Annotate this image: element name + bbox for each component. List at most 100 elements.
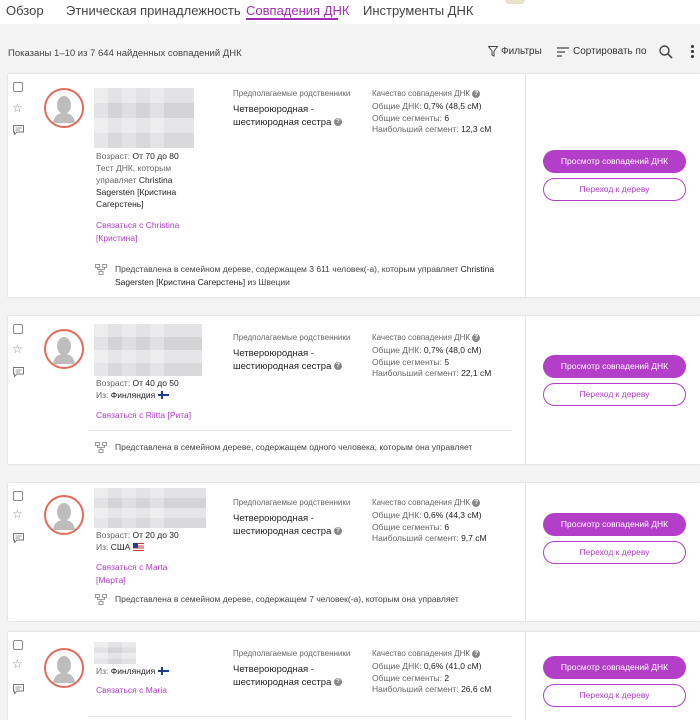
comment-icon[interactable]	[13, 684, 24, 694]
segments-value: 5	[444, 356, 450, 367]
help-icon[interactable]: ?	[472, 498, 481, 507]
divider	[525, 483, 526, 621]
contact-link[interactable]: Связаться с Riitta [Рита]	[96, 409, 196, 422]
section-divider	[88, 430, 512, 431]
help-icon[interactable]: ?	[472, 89, 481, 98]
comment-icon[interactable]	[13, 125, 24, 135]
avatar[interactable]	[44, 495, 84, 535]
help-icon[interactable]: ?	[472, 649, 481, 658]
go-to-tree-button[interactable]: Переход к дереву	[543, 684, 686, 707]
more-options-icon[interactable]	[687, 44, 697, 60]
select-checkbox[interactable]	[13, 324, 23, 334]
relationship-label: Предполагаемые родственники	[233, 649, 351, 658]
divider	[525, 74, 526, 297]
female-silhouette-icon	[53, 656, 75, 683]
female-silhouette-icon	[53, 337, 75, 364]
tab-dna-matches[interactable]: Совпадения ДНК	[246, 3, 349, 18]
country-value: Финляндия	[110, 390, 156, 400]
tab-overview[interactable]: Обзор	[6, 3, 44, 18]
go-to-tree-button[interactable]: Переход к дереву	[543, 178, 686, 201]
tab-ethnicity[interactable]: Этническая принадлежность	[66, 3, 241, 18]
segments-value: 6	[444, 521, 450, 532]
filter-icon	[488, 46, 498, 57]
country-value: США	[110, 542, 131, 552]
age-label: Возраст:	[96, 151, 131, 161]
results-count: Показаны 1–10 из 7 644 найденных совпаде…	[8, 48, 242, 59]
relationship-value: Четвероюродная - шестиюродная сестра ?	[233, 347, 353, 373]
select-checkbox[interactable]	[13, 82, 23, 92]
family-tree-icon	[95, 594, 107, 605]
contact-link[interactable]: Связаться с Marta [Марта]	[96, 561, 196, 586]
tab-dna-tools[interactable]: Инструменты ДНК	[363, 3, 473, 18]
top-tabs: Обзор Этническая принадлежность Совпаден…	[0, 0, 700, 24]
shared-dna-value: 0,7% (48,5 сМ)	[423, 101, 482, 111]
contact-link[interactable]: Связаться с Christina [Кристина]	[96, 219, 196, 244]
sort-label: Сортировать по	[573, 46, 647, 57]
female-silhouette-icon	[53, 503, 75, 530]
filters-button[interactable]: Фильтры	[488, 46, 542, 57]
go-to-tree-button[interactable]: Переход к дереву	[543, 383, 686, 406]
contact-link[interactable]: Связаться с Maria	[96, 684, 196, 697]
star-icon[interactable]: ☆	[12, 658, 23, 670]
view-dna-match-button[interactable]: Просмотр совпадений ДНК	[543, 513, 686, 536]
view-dna-match-button[interactable]: Просмотр совпадений ДНК	[543, 150, 686, 173]
select-checkbox[interactable]	[13, 491, 23, 501]
female-silhouette-icon	[53, 96, 75, 123]
segments-value: 6	[444, 112, 450, 123]
tree-info-text: Представлена в семейном дереве, содержащ…	[115, 594, 459, 604]
star-icon[interactable]: ☆	[12, 102, 23, 114]
avatar[interactable]	[44, 329, 84, 369]
help-icon[interactable]: ?	[334, 362, 342, 371]
dna-stats: Общие ДНК: 0,7% (48,0 сМ) Общие сегменты…	[372, 345, 492, 378]
help-icon[interactable]: ?	[334, 678, 342, 687]
search-icon	[659, 45, 673, 59]
comment-icon[interactable]	[13, 367, 24, 377]
finland-flag-icon	[157, 391, 169, 399]
match-card: ☆ Возраст: От 20 до 30 Из: США Связаться…	[8, 483, 700, 621]
shared-dna-value: 0,7% (48,0 сМ)	[423, 345, 482, 355]
help-icon[interactable]: ?	[334, 527, 342, 536]
comment-icon[interactable]	[13, 533, 24, 543]
match-card: ☆ Возраст: От 40 до 50 Из: Финляндия Свя…	[8, 316, 700, 464]
finland-flag-icon	[157, 667, 169, 675]
tree-info-text: Представлена в семейном дереве, содержащ…	[115, 264, 495, 287]
relationship-label: Предполагаемые родственники	[233, 333, 351, 342]
section-divider	[88, 716, 512, 717]
go-to-tree-button[interactable]: Переход к дереву	[543, 541, 686, 564]
dna-stats: Общие ДНК: 0,7% (48,5 сМ) Общие сегменты…	[372, 101, 492, 134]
view-dna-match-button[interactable]: Просмотр совпадений ДНК	[543, 656, 686, 679]
tree-info-text: Представлена в семейном дереве, содержащ…	[115, 442, 473, 452]
managed-by-text: Тест ДНК, которым управляет Christina Sa…	[96, 163, 177, 209]
filters-label: Фильтры	[501, 46, 542, 57]
match-details: Возраст: От 40 до 50 Из: Финляндия	[96, 378, 179, 400]
largest-segment-value: 26,6 сМ	[461, 684, 492, 694]
decorative-tab-edge	[505, 0, 525, 4]
blurred-name	[94, 88, 194, 148]
search-button[interactable]	[659, 45, 673, 64]
sort-button[interactable]: Сортировать по	[557, 46, 647, 57]
relationship-value: Четвероюродная - шестиюродная сестра ?	[233, 663, 353, 689]
dna-stats: Общие ДНК: 0,6% (41,0 сМ) Общие сегменты…	[372, 661, 492, 694]
avatar[interactable]	[44, 648, 84, 688]
family-tree-icon	[95, 442, 107, 453]
largest-segment-value: 22,1 сМ	[461, 368, 492, 378]
relationship-value: Четвероюродная - шестиюродная сестра ?	[233, 103, 353, 129]
star-icon[interactable]: ☆	[12, 343, 23, 355]
match-details: Возраст: От 70 до 80 Тест ДНК, которым у…	[96, 150, 196, 210]
help-icon[interactable]: ?	[334, 118, 342, 127]
quality-label: Качество совпадения ДНК ?	[372, 649, 481, 658]
help-icon[interactable]: ?	[472, 333, 481, 342]
avatar[interactable]	[44, 88, 84, 128]
match-details: Из: Финляндия	[96, 665, 196, 677]
select-checkbox[interactable]	[13, 640, 23, 650]
blurred-name	[94, 324, 202, 376]
star-icon[interactable]: ☆	[12, 508, 23, 520]
results-toolbar: Показаны 1–10 из 7 644 найденных совпаде…	[0, 24, 700, 74]
view-dna-match-button[interactable]: Просмотр совпадений ДНК	[543, 355, 686, 378]
age-value: От 40 до 50	[132, 378, 179, 388]
usa-flag-icon	[132, 543, 144, 551]
dna-stats: Общие ДНК: 0,6% (44,3 сМ) Общие сегменты…	[372, 510, 487, 543]
age-value: От 70 до 80	[132, 151, 179, 161]
largest-segment-value: 9,7 сМ	[461, 533, 487, 543]
relationship-value: Четвероюродная - шестиюродная сестра ?	[233, 512, 353, 538]
